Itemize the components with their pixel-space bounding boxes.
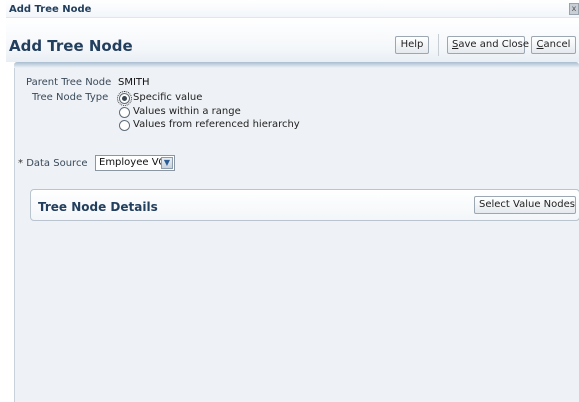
data-source-label: * Data Source bbox=[18, 158, 88, 169]
radio-button[interactable] bbox=[119, 107, 130, 118]
radio-dot bbox=[122, 96, 127, 101]
main-content: Parent Tree Node SMITH Tree Node Type Sp… bbox=[14, 68, 579, 402]
window-title: Add Tree Node bbox=[9, 4, 92, 15]
window-titlebar: Add Tree Node x bbox=[6, 0, 579, 18]
toolbar-separator bbox=[438, 34, 439, 56]
radio-label: Specific value bbox=[133, 92, 203, 103]
data-source-label-text: Data Source bbox=[26, 158, 88, 169]
radio-button[interactable] bbox=[119, 120, 130, 131]
panel-title: Tree Node Details bbox=[38, 200, 158, 214]
save-and-close-button[interactable]: Save and Close bbox=[447, 36, 529, 54]
add-tree-node-dialog: Add Tree Node x Add Tree Node Help Save … bbox=[6, 0, 579, 402]
select-value-nodes-button[interactable]: Select Value Nodes bbox=[474, 196, 576, 214]
parent-tree-node-label: Parent Tree Node bbox=[26, 77, 112, 88]
data-source-select[interactable]: Employee VO ▼ bbox=[95, 155, 175, 171]
page-header: Add Tree Node Help Save and Close Cancel bbox=[6, 18, 579, 62]
data-source-value: Employee VO bbox=[99, 157, 167, 168]
close-icon[interactable]: x bbox=[569, 3, 579, 15]
radio-button[interactable] bbox=[117, 91, 132, 106]
radio-label: Values from referenced hierarchy bbox=[133, 119, 300, 130]
required-marker: * bbox=[18, 158, 23, 169]
tree-node-type-label: Tree Node Type bbox=[32, 92, 109, 103]
chevron-down-icon[interactable]: ▼ bbox=[161, 157, 173, 169]
radio-label: Values within a range bbox=[133, 106, 241, 117]
help-button[interactable]: Help bbox=[395, 36, 429, 54]
cancel-button[interactable]: Cancel bbox=[531, 36, 576, 54]
tree-node-details-panel: Tree Node Details Select Value Nodes bbox=[30, 189, 579, 221]
page-title: Add Tree Node bbox=[9, 37, 133, 55]
parent-tree-node-value: SMITH bbox=[118, 77, 150, 88]
